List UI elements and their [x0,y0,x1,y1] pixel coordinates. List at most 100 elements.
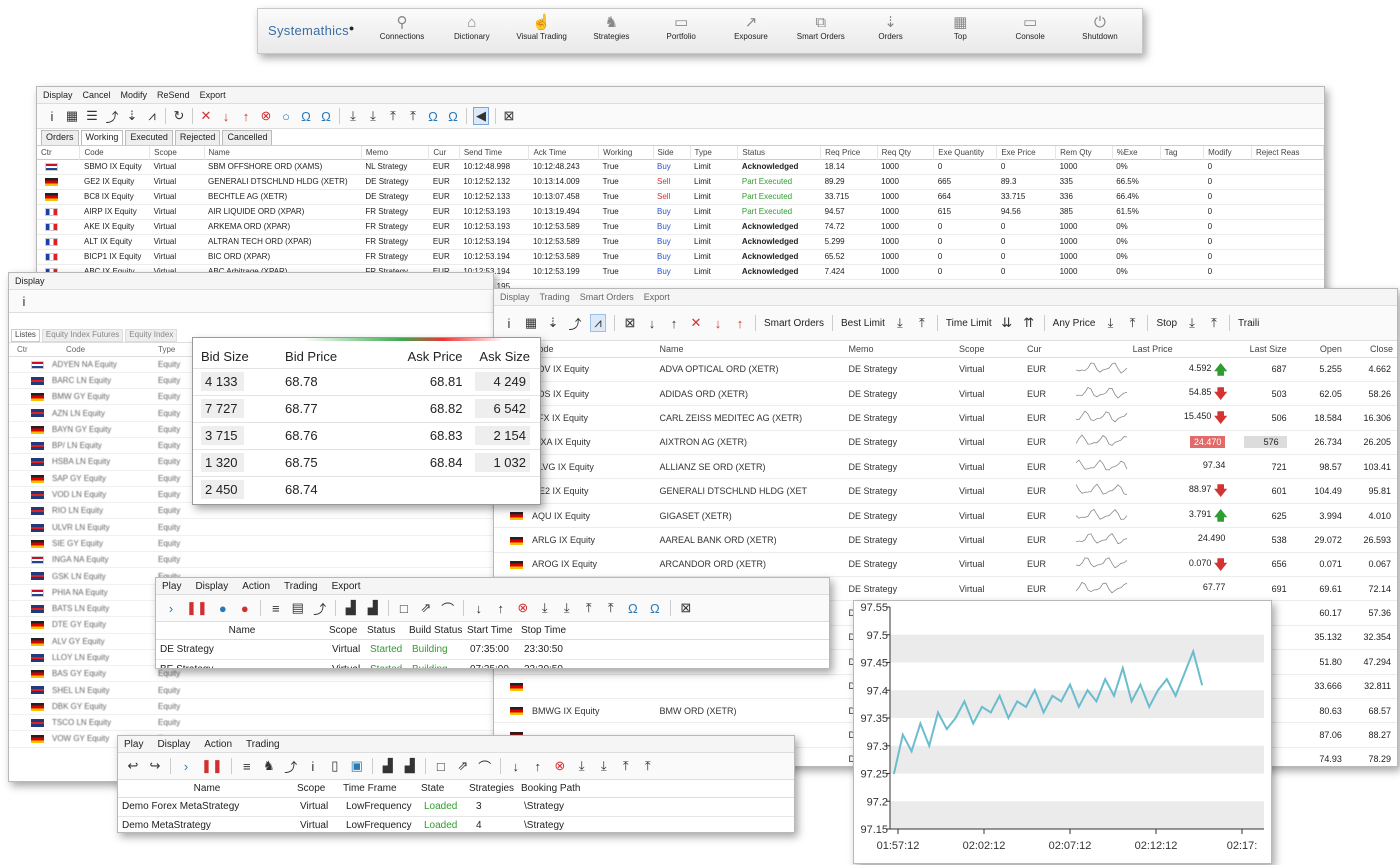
list-icon[interactable]: ☰ [85,108,99,124]
watch-row[interactable]: AFX IX Equity CARL ZEISS MEDITEC AG (XETR… [494,406,1397,431]
col-open[interactable]: Open [1291,341,1346,357]
col-req-qty[interactable]: Req Qty [877,146,935,159]
time-limit-sell-icon[interactable]: ⇊ [1000,315,1014,331]
any-price-sell-icon[interactable]: ⤓ [1103,315,1117,331]
tab-listes[interactable]: Listes [11,329,40,342]
trend-icon[interactable]: ⤴ [284,758,298,775]
time-limit-buy-icon[interactable]: ⇈ [1022,315,1036,331]
col-scope[interactable]: Scope [955,341,1023,357]
strategies-icon[interactable]: ♞ [262,758,276,774]
square-icon[interactable]: □ [434,758,448,774]
menu-display[interactable]: Display [15,276,45,286]
download-icon[interactable]: ⇣ [125,108,139,124]
circle-icon[interactable]: ○ [279,108,293,124]
limit-down-alt-icon[interactable]: ⤓ [597,758,611,774]
col-name[interactable]: Name [156,622,328,639]
stop-sell-icon[interactable]: ⤓ [1185,315,1199,331]
limit-up-icon[interactable]: ⤒ [582,600,596,616]
nav-visual-trading-button[interactable]: ☝ Visual Trading [508,13,576,41]
col-exe-price[interactable]: Exe Price [996,146,1057,159]
nav-top-button[interactable]: ▦ Top [926,13,994,41]
nav-portfolio-button[interactable]: ▭ Portfolio [647,13,715,41]
cancel-order-icon[interactable]: ✕ [199,108,213,124]
resend-icon[interactable]: Ω [426,108,440,124]
col-rem-qty[interactable]: Rem Qty [1055,146,1113,159]
sell-arrow-icon[interactable]: ↓ [509,758,523,774]
col-code[interactable]: Code [46,343,157,356]
col-cur[interactable]: Cur [428,146,460,159]
watch-row[interactable]: AIXA IX Equity AIXTRON AG (XETR) DE Strate… [494,430,1397,455]
buy-arrow-icon[interactable]: ↑ [667,315,681,331]
col-ctr[interactable]: Ctr [9,343,46,356]
stop-button[interactable]: Stop [1156,318,1177,329]
menu-display[interactable]: Display [195,581,228,592]
modify-icon[interactable]: Ω [626,600,640,616]
watch-row[interactable]: AROG IX Equity ARCANDOR ORD (XETR) DE Stra… [494,552,1397,577]
menu-play[interactable]: Play [162,581,181,592]
order-row[interactable]: SBMO IX Equity Virtual SBM OFFSHORE ORD (X… [37,159,1324,174]
menu-play[interactable]: Play [124,739,143,750]
book-icon[interactable]: ▣ [350,758,364,774]
menu-trading[interactable]: Trading [540,292,570,302]
tab-equity-index-futures[interactable]: Equity Index Futures [41,329,124,342]
sell-arrow-icon[interactable]: ↓ [219,108,233,124]
pause-icon[interactable]: ❚❚ [201,758,223,774]
stop-icon[interactable]: ⊗ [259,108,273,124]
undo-icon[interactable]: ↩ [126,758,140,774]
col-scope[interactable]: Scope [149,146,205,159]
col-ack-time[interactable]: Ack Time [528,146,600,159]
watch-row[interactable]: ADV IX Equity ADVA OPTICAL ORD (XETR) DE S… [494,357,1397,382]
list-row[interactable]: RIO LN Equity Equity [9,503,493,519]
col-side[interactable]: Side [653,146,691,159]
sound-icon[interactable]: ◀ [473,107,489,125]
menu-trading[interactable]: Trading [246,739,280,750]
tab-working[interactable]: Working [80,130,124,145]
info-icon[interactable]: i [17,293,31,309]
tab-orders[interactable]: Orders [41,130,79,145]
pause-all-icon[interactable]: ● [238,600,252,616]
col-status[interactable]: Status [737,146,822,159]
trend-icon[interactable]: ⤴ [313,600,327,617]
excel-export-icon[interactable]: ⊠ [502,108,516,124]
chart-icon[interactable]: ⩘ [590,314,606,332]
menu-export[interactable]: Export [644,292,670,302]
order-row[interactable]: AIRP IX Equity Virtual AIR LIQUIDE ORD (XP… [37,204,1324,219]
buy-arrow-icon[interactable]: ↑ [494,600,508,616]
limit-up-icon[interactable]: ⤒ [619,758,633,774]
col-last-size[interactable]: Last Size [1233,341,1290,357]
refresh-icon[interactable]: ↻ [172,108,186,124]
col-cur[interactable]: Cur [1023,341,1072,357]
stop-icon[interactable]: ⊗ [553,758,567,774]
order-row[interactable]: BICP1 IX Equity Virtual BIC ORD (XPAR) FR S… [37,249,1324,264]
list-row[interactable]: DBK GY Equity Equity [9,698,493,715]
menu-cancel[interactable]: Cancel [83,90,111,100]
time-limit-button[interactable]: Time Limit [946,318,992,329]
col-reject-reas[interactable]: Reject Reas [1251,146,1324,159]
any-price-buy-icon[interactable]: ⤒ [1125,315,1139,331]
col-status[interactable]: Status [366,622,408,639]
price-line-chart[interactable]: 97.55 97.5 97.45 97.4 97.35 97.3 97.25 97.2 97.1… [854,601,1271,863]
pause-icon[interactable]: ❚❚ [186,600,208,616]
menu-display[interactable]: Display [500,292,530,302]
stop-icon[interactable]: ⊗ [516,600,530,616]
limit-up-alt-icon[interactable]: ⤒ [641,758,655,774]
watch-row[interactable]: ADS IX Equity ADIDAS ORD (XETR) DE Strateg… [494,381,1397,406]
limit-down-icon[interactable]: ⤓ [346,108,360,124]
arc-icon[interactable]: ⌒ [441,600,455,617]
modify-all-icon[interactable]: Ω [648,600,662,616]
info-icon[interactable]: i [306,758,320,774]
tab-cancelled[interactable]: Cancelled [222,130,273,145]
limit-down-icon[interactable]: ⤓ [575,758,589,774]
col-stop-time[interactable]: Stop Time [520,622,829,639]
menu-action[interactable]: Action [242,581,270,592]
col-modify[interactable]: Modify [1203,146,1252,159]
col-type[interactable]: Type [690,146,739,159]
order-row[interactable]: ALT IX Equity Virtual ALTRAN TECH ORD (XPA… [37,234,1324,249]
col-req-price[interactable]: Req Price [820,146,878,159]
square-icon[interactable]: □ [397,600,411,616]
col-close[interactable]: Close [1346,341,1397,357]
limit-up-icon[interactable]: ⤒ [386,108,400,124]
col-tag[interactable]: Tag [1160,146,1205,159]
modify-all-icon[interactable]: Ω [319,108,333,124]
limit-up-alt-icon[interactable]: ⤒ [604,600,618,616]
